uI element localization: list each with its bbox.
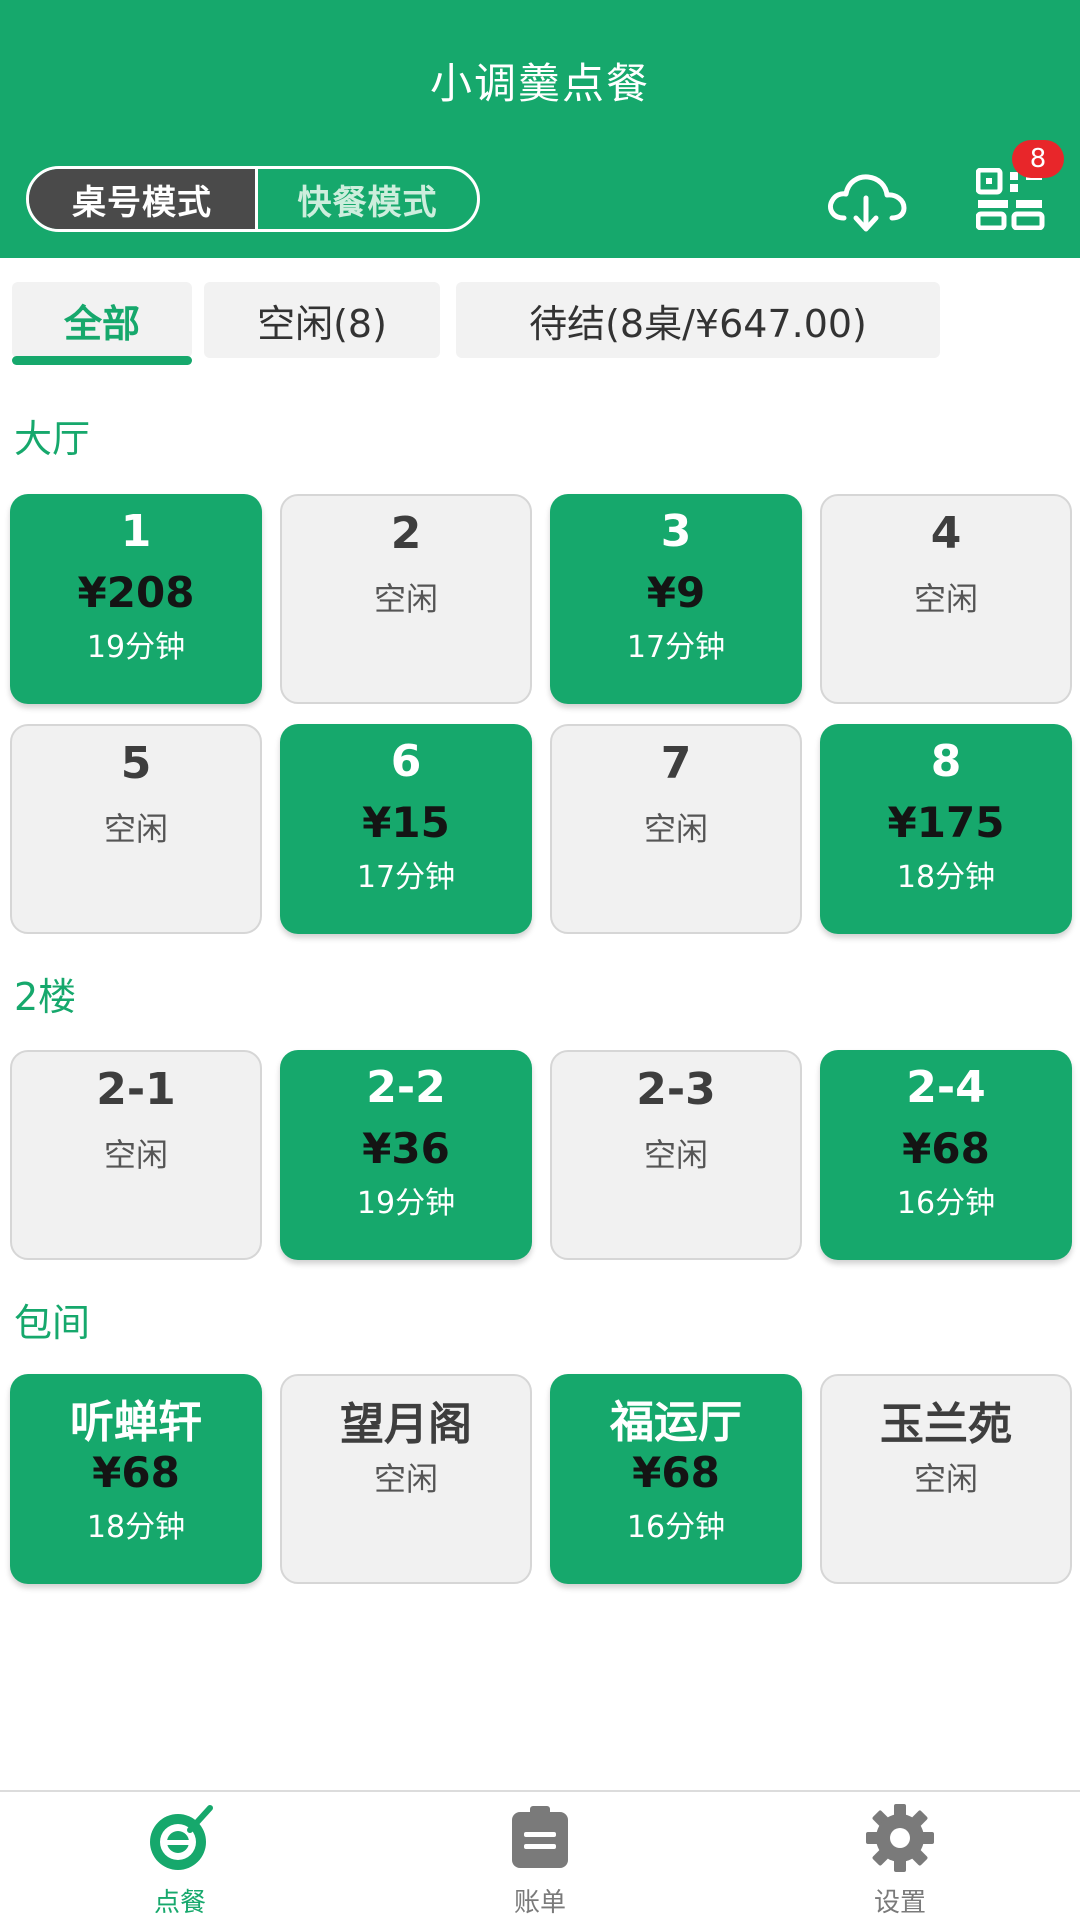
table-name: 3 bbox=[660, 506, 692, 557]
table-card[interactable]: 4 空闲 bbox=[820, 494, 1072, 704]
table-amount: ¥68 bbox=[92, 1448, 180, 1497]
nav-item-order[interactable]: 点餐 bbox=[100, 1802, 260, 1918]
table-name: 2-1 bbox=[96, 1064, 176, 1115]
table-elapsed-time: 18分钟 bbox=[896, 860, 996, 895]
table-card[interactable]: 2-4 ¥68 16分钟 bbox=[820, 1050, 1072, 1260]
tab-all[interactable]: 全部 bbox=[12, 282, 192, 358]
table-card[interactable]: 2-3 空闲 bbox=[550, 1050, 802, 1260]
table-status: 空闲 bbox=[373, 1460, 438, 1498]
table-elapsed-time: 19分钟 bbox=[356, 1186, 456, 1221]
table-card[interactable]: 1 ¥208 19分钟 bbox=[10, 494, 262, 704]
bottom-nav: 点餐 账单 设置 bbox=[0, 1790, 1080, 1920]
qr-notification-badge: 8 bbox=[1012, 140, 1064, 178]
table-status: 空闲 bbox=[913, 580, 978, 618]
table-name: 听蝉轩 bbox=[70, 1397, 202, 1448]
table-elapsed-time: 17分钟 bbox=[626, 630, 726, 665]
table-status: 空闲 bbox=[103, 810, 168, 848]
app-title: 小调羹点餐 bbox=[429, 59, 650, 108]
table-card[interactable]: 玉兰苑 空闲 bbox=[820, 1374, 1072, 1584]
table-grid-private-rooms: 听蝉轩 ¥68 18分钟 望月阁 空闲 福运厅 ¥68 16分钟 玉兰苑 空闲 bbox=[10, 1374, 1074, 1586]
table-amount: ¥15 bbox=[362, 798, 450, 847]
table-card[interactable]: 福运厅 ¥68 16分钟 bbox=[550, 1374, 802, 1584]
table-name: 1 bbox=[120, 506, 152, 557]
table-card[interactable]: 3 ¥9 17分钟 bbox=[550, 494, 802, 704]
table-name: 8 bbox=[930, 736, 962, 787]
table-grid-second-floor: 2-1 空闲 2-2 ¥36 19分钟 2-3 空闲 2-4 ¥68 16分钟 bbox=[10, 1050, 1074, 1262]
table-amount: ¥68 bbox=[632, 1448, 720, 1497]
nav-label: 设置 bbox=[873, 1888, 926, 1918]
table-name: 2-4 bbox=[906, 1062, 986, 1113]
table-elapsed-time: 16分钟 bbox=[626, 1510, 726, 1545]
table-name: 福运厅 bbox=[610, 1397, 742, 1448]
table-status: 空闲 bbox=[643, 810, 708, 848]
tab-idle[interactable]: 空闲(8) bbox=[204, 282, 440, 358]
tab-pending[interactable]: 待结(8桌/¥647.00) bbox=[456, 282, 940, 358]
app-screen: 小调羹点餐 桌号模式 快餐模式 8 全部 空闲(8) 待结(8桌/¥647.00… bbox=[0, 0, 1080, 1920]
table-card[interactable]: 8 ¥175 18分钟 bbox=[820, 724, 1072, 934]
gear-icon bbox=[866, 1804, 934, 1872]
table-name: 6 bbox=[390, 736, 422, 787]
bill-icon bbox=[512, 1806, 568, 1868]
nav-label: 点餐 bbox=[153, 1888, 206, 1918]
table-amount: ¥36 bbox=[362, 1124, 450, 1173]
header-bar: 小调羹点餐 桌号模式 快餐模式 8 bbox=[0, 0, 1080, 258]
table-status: 空闲 bbox=[103, 1136, 168, 1174]
nav-label: 账单 bbox=[513, 1888, 566, 1918]
table-name: 望月阁 bbox=[340, 1399, 472, 1450]
table-amount: ¥175 bbox=[887, 798, 1005, 847]
table-name: 2-2 bbox=[366, 1062, 446, 1113]
fast-food-mode-button[interactable]: 快餐模式 bbox=[258, 169, 477, 229]
table-card[interactable]: 6 ¥15 17分钟 bbox=[280, 724, 532, 934]
table-elapsed-time: 19分钟 bbox=[86, 630, 186, 665]
mode-toggle: 桌号模式 快餐模式 bbox=[26, 166, 480, 232]
active-tab-indicator bbox=[12, 356, 192, 365]
table-name: 2 bbox=[390, 508, 422, 559]
table-name: 玉兰苑 bbox=[880, 1399, 1012, 1450]
cloud-download-icon[interactable] bbox=[824, 168, 908, 234]
order-food-icon bbox=[150, 1805, 213, 1870]
table-elapsed-time: 18分钟 bbox=[86, 1510, 186, 1545]
nav-item-bill[interactable]: 账单 bbox=[460, 1802, 620, 1918]
table-name: 5 bbox=[120, 738, 152, 789]
section-title-hall: 大厅 bbox=[14, 417, 91, 461]
table-card[interactable]: 听蝉轩 ¥68 18分钟 bbox=[10, 1374, 262, 1584]
table-status: 空闲 bbox=[643, 1136, 708, 1174]
table-status: 空闲 bbox=[913, 1460, 978, 1498]
nav-item-settings[interactable]: 设置 bbox=[820, 1802, 980, 1918]
table-elapsed-time: 17分钟 bbox=[356, 860, 456, 895]
table-card[interactable]: 5 空闲 bbox=[10, 724, 262, 934]
table-name: 2-3 bbox=[636, 1064, 716, 1115]
table-card[interactable]: 2-2 ¥36 19分钟 bbox=[280, 1050, 532, 1260]
section-title-private-rooms: 包间 bbox=[14, 1301, 91, 1345]
table-elapsed-time: 16分钟 bbox=[896, 1186, 996, 1221]
table-card[interactable]: 2 空闲 bbox=[280, 494, 532, 704]
table-card[interactable]: 7 空闲 bbox=[550, 724, 802, 934]
table-card[interactable]: 望月阁 空闲 bbox=[280, 1374, 532, 1584]
table-status: 空闲 bbox=[373, 580, 438, 618]
table-name: 4 bbox=[930, 508, 962, 559]
table-amount: ¥9 bbox=[646, 568, 706, 617]
table-mode-button[interactable]: 桌号模式 bbox=[29, 169, 258, 229]
section-title-second-floor: 2楼 bbox=[14, 975, 77, 1019]
table-name: 7 bbox=[660, 738, 692, 789]
table-amount: ¥208 bbox=[77, 568, 195, 617]
table-amount: ¥68 bbox=[902, 1124, 990, 1173]
table-card[interactable]: 2-1 空闲 bbox=[10, 1050, 262, 1260]
table-grid-hall: 1 ¥208 19分钟 2 空闲 3 ¥9 17分钟 4 空闲 5 空闲 6 ¥… bbox=[10, 494, 1074, 934]
